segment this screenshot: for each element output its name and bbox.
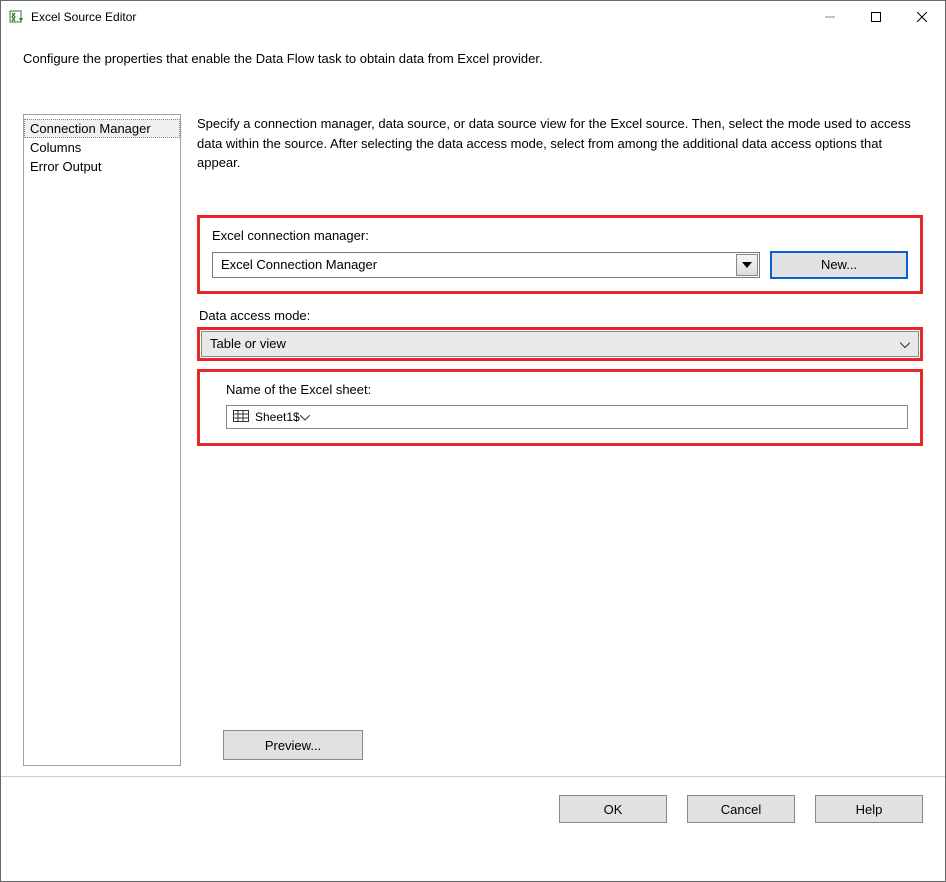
sidebar-item-error-output[interactable]: Error Output	[24, 157, 180, 176]
sheet-name-dropdown[interactable]: Sheet1$	[226, 405, 908, 429]
dropdown-button-icon	[736, 254, 758, 276]
highlight-data-access-mode: Table or view	[197, 327, 923, 361]
sidebar-item-connection-manager[interactable]: Connection Manager	[24, 119, 180, 138]
new-connection-button[interactable]: New...	[770, 251, 908, 279]
chevron-down-icon	[900, 336, 910, 351]
sidebar-item-columns[interactable]: Columns	[24, 138, 180, 157]
dialog-description: Configure the properties that enable the…	[23, 51, 923, 66]
dialog-footer: OK Cancel Help	[1, 776, 945, 841]
data-access-mode-value: Table or view	[210, 336, 286, 351]
pane-instructions: Specify a connection manager, data sourc…	[197, 114, 923, 173]
connection-manager-pane: Specify a connection manager, data sourc…	[197, 114, 923, 766]
minimize-button[interactable]	[807, 1, 853, 33]
close-button[interactable]	[899, 1, 945, 33]
connection-manager-value: Excel Connection Manager	[213, 257, 735, 272]
data-access-mode-label: Data access mode:	[199, 308, 923, 323]
cancel-button[interactable]: Cancel	[687, 795, 795, 823]
sheet-name-label: Name of the Excel sheet:	[226, 382, 908, 397]
connection-manager-label: Excel connection manager:	[212, 228, 908, 243]
ok-button[interactable]: OK	[559, 795, 667, 823]
highlight-connection-manager: Excel connection manager: Excel Connecti…	[197, 215, 923, 294]
preview-button[interactable]: Preview...	[223, 730, 363, 760]
help-button[interactable]: Help	[815, 795, 923, 823]
connection-manager-dropdown[interactable]: Excel Connection Manager	[212, 252, 760, 278]
app-icon	[9, 9, 25, 25]
maximize-button[interactable]	[853, 1, 899, 33]
table-icon	[233, 410, 249, 424]
highlight-sheet-name: Name of the Excel sheet: Sheet1$	[197, 369, 923, 446]
sheet-name-value: Sheet1$	[255, 410, 300, 424]
section-sidebar: Connection Manager Columns Error Output	[23, 114, 181, 766]
chevron-down-icon	[300, 410, 310, 424]
titlebar: Excel Source Editor	[1, 1, 945, 33]
data-access-mode-dropdown[interactable]: Table or view	[201, 331, 919, 357]
window-title: Excel Source Editor	[31, 10, 136, 24]
